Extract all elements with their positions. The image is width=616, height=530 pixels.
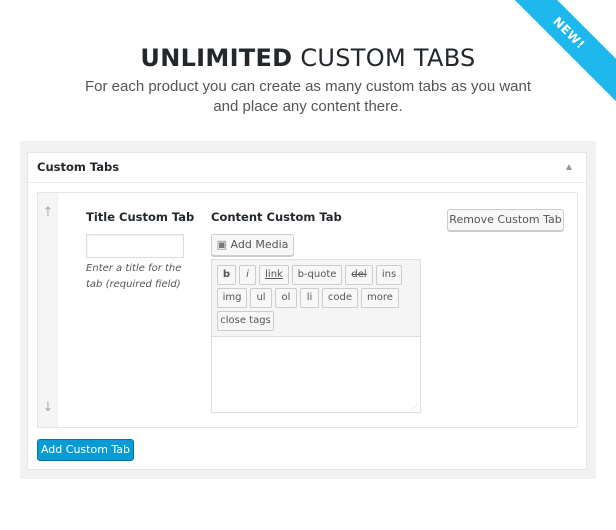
- qt-li-button[interactable]: li: [300, 288, 319, 308]
- sort-handle[interactable]: ↑ ↓: [38, 193, 58, 427]
- qt-ins-button[interactable]: ins: [376, 265, 402, 285]
- content-textarea[interactable]: [212, 336, 420, 412]
- panel-title: Custom Tabs: [37, 160, 120, 174]
- resize-grip-icon[interactable]: ⋰: [411, 403, 418, 411]
- panel-header[interactable]: Custom Tabs: [28, 153, 586, 183]
- custom-tabs-panel: Custom Tabs ▲ ↑ ↓ Title Custom Tab Enter…: [27, 152, 587, 470]
- add-media-label: Add Media: [230, 238, 289, 251]
- hero-title-bold: UNLIMITED: [140, 44, 293, 72]
- qt-bquote-button[interactable]: b-quote: [292, 265, 342, 285]
- remove-custom-tab-button[interactable]: Remove Custom Tab: [447, 209, 564, 231]
- qt-italic-button[interactable]: i: [239, 265, 256, 285]
- qt-bold-button[interactable]: b: [217, 265, 236, 285]
- metabox-wrapper: Custom Tabs ▲ ↑ ↓ Title Custom Tab Enter…: [20, 141, 596, 479]
- hero-subtitle: For each product you can create as many …: [0, 77, 616, 117]
- hero-title-rest: CUSTOM TABS: [300, 44, 476, 72]
- media-icon: ▣: [216, 238, 228, 251]
- custom-tab-row: ↑ ↓ Title Custom Tab Enter a title for t…: [37, 192, 578, 428]
- qt-code-button[interactable]: code: [322, 288, 358, 308]
- add-media-button[interactable]: ▣ Add Media: [211, 234, 294, 256]
- content-editor: b i link b-quote del ins img ul ol li co…: [211, 259, 421, 413]
- qt-close-tags-button[interactable]: close tags: [217, 311, 274, 331]
- qt-del-button[interactable]: del: [345, 265, 373, 285]
- qt-more-button[interactable]: more: [361, 288, 399, 308]
- add-custom-tab-button[interactable]: Add Custom Tab: [37, 439, 134, 461]
- content-label: Content Custom Tab: [211, 210, 342, 224]
- move-down-arrow-icon[interactable]: ↓: [38, 400, 58, 415]
- collapse-toggle-icon[interactable]: ▲: [566, 162, 572, 171]
- qt-img-button[interactable]: img: [217, 288, 247, 308]
- move-up-arrow-icon[interactable]: ↑: [38, 205, 58, 220]
- tab-title-input[interactable]: [86, 234, 184, 258]
- qt-link-button[interactable]: link: [259, 265, 289, 285]
- qt-ol-button[interactable]: ol: [275, 288, 297, 308]
- hero-line-2: and place any content there.: [213, 98, 403, 115]
- hero: UNLIMITED CUSTOM TABS For each product y…: [0, 44, 616, 117]
- title-label: Title Custom Tab: [86, 210, 195, 224]
- hero-title: UNLIMITED CUSTOM TABS: [0, 44, 616, 72]
- title-hint: Enter a title for the tab (required fiel…: [86, 263, 182, 290]
- qt-ul-button[interactable]: ul: [250, 288, 272, 308]
- hero-line-1: For each product you can create as many …: [84, 78, 532, 95]
